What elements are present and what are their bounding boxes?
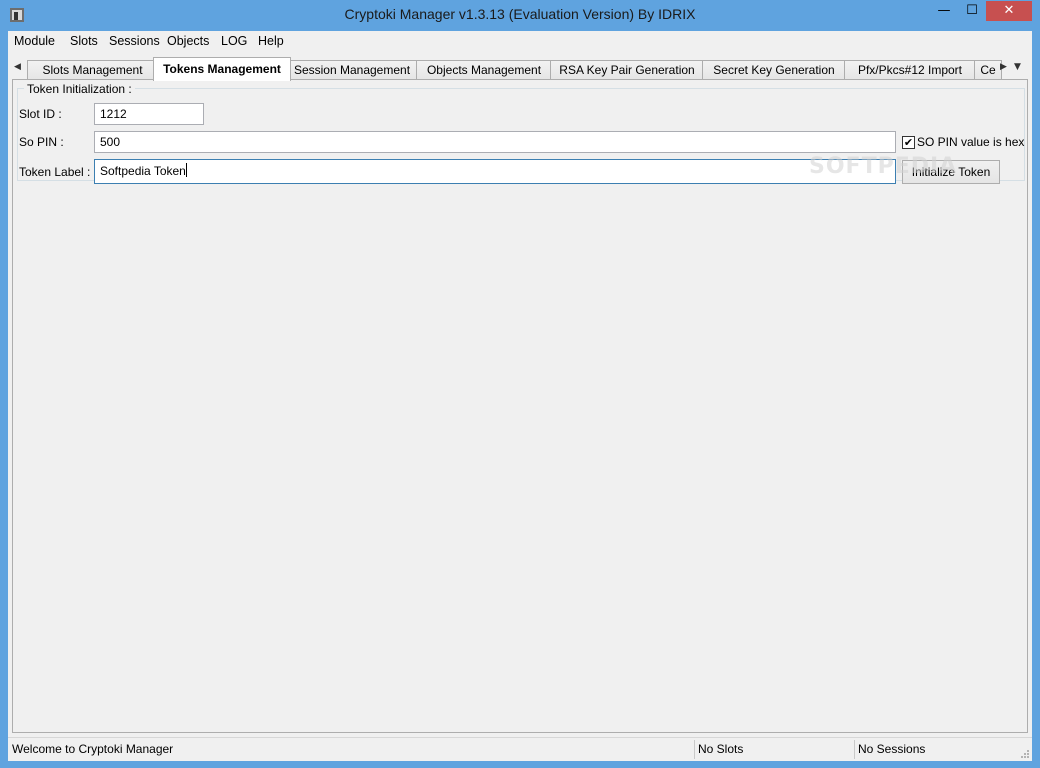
resize-grip-icon[interactable]	[1020, 749, 1030, 759]
tab-rsa-key-pair-generation[interactable]: RSA Key Pair Generation	[550, 60, 704, 80]
tab-pfx-pkcs12-import[interactable]: Pfx/Pkcs#12 Import	[844, 60, 976, 80]
so-pin-hex-checkbox[interactable]: ✔	[902, 136, 915, 149]
tab-scroll-left-icon[interactable]: ◀	[14, 62, 24, 74]
tab-strip: ◀ Slots Management Tokens Management Ses…	[12, 57, 1028, 81]
token-label-value: Softpedia Token	[100, 164, 186, 178]
menu-help[interactable]: Help	[258, 34, 284, 48]
menu-slots[interactable]: Slots	[70, 34, 98, 48]
menu-module[interactable]: Module	[14, 34, 55, 48]
title-bar[interactable]: Cryptoki Manager v1.3.13 (Evaluation Ver…	[0, 0, 1040, 30]
slot-id-input[interactable]: 1212	[94, 103, 204, 125]
status-message: Welcome to Cryptoki Manager	[12, 742, 174, 756]
tab-tokens-management[interactable]: Tokens Management	[153, 57, 291, 81]
tab-slots-management[interactable]: Slots Management	[27, 60, 158, 80]
menu-log[interactable]: LOG	[221, 34, 247, 48]
minimize-button[interactable]: —	[930, 1, 958, 21]
menu-bar: Module Slots Sessions Objects LOG Help	[8, 31, 1032, 51]
menu-objects[interactable]: Objects	[167, 34, 209, 48]
status-slots: No Slots	[698, 742, 744, 756]
window-title: Cryptoki Manager v1.3.13 (Evaluation Ver…	[344, 6, 696, 22]
tab-objects-management[interactable]: Objects Management	[416, 60, 552, 80]
so-pin-label: So PIN :	[19, 135, 64, 149]
tokens-management-panel: Token Initialization : Slot ID : 1212 So…	[12, 79, 1028, 733]
menu-sessions[interactable]: Sessions	[109, 34, 160, 48]
text-caret	[185, 163, 187, 177]
status-bar: Welcome to Cryptoki Manager No Slots No …	[8, 737, 1032, 761]
token-label-label: Token Label :	[19, 165, 91, 179]
token-label-input[interactable]: Softpedia Token	[94, 159, 896, 184]
so-pin-input[interactable]: 500	[94, 131, 896, 153]
softpedia-watermark: SOFTPEDIA	[809, 154, 958, 179]
tab-certificate-truncated[interactable]: Ce	[974, 60, 1002, 80]
tab-list-dropdown-icon[interactable]: ▼	[1014, 62, 1024, 74]
client-area: Module Slots Sessions Objects LOG Help ◀…	[8, 31, 1032, 761]
close-button[interactable]: ✕	[986, 1, 1032, 21]
tab-session-management[interactable]: Session Management	[286, 60, 418, 80]
tab-secret-key-generation[interactable]: Secret Key Generation	[702, 60, 846, 80]
maximize-button[interactable]: ☐	[958, 1, 986, 21]
slot-id-label: Slot ID :	[19, 107, 62, 121]
tab-scroll-right-icon[interactable]: ▶	[1000, 62, 1010, 74]
group-title: Token Initialization :	[24, 82, 135, 96]
app-window: Cryptoki Manager v1.3.13 (Evaluation Ver…	[0, 0, 1040, 768]
status-sessions: No Sessions	[858, 742, 926, 756]
so-pin-hex-label[interactable]: SO PIN value is hex	[917, 135, 1024, 149]
